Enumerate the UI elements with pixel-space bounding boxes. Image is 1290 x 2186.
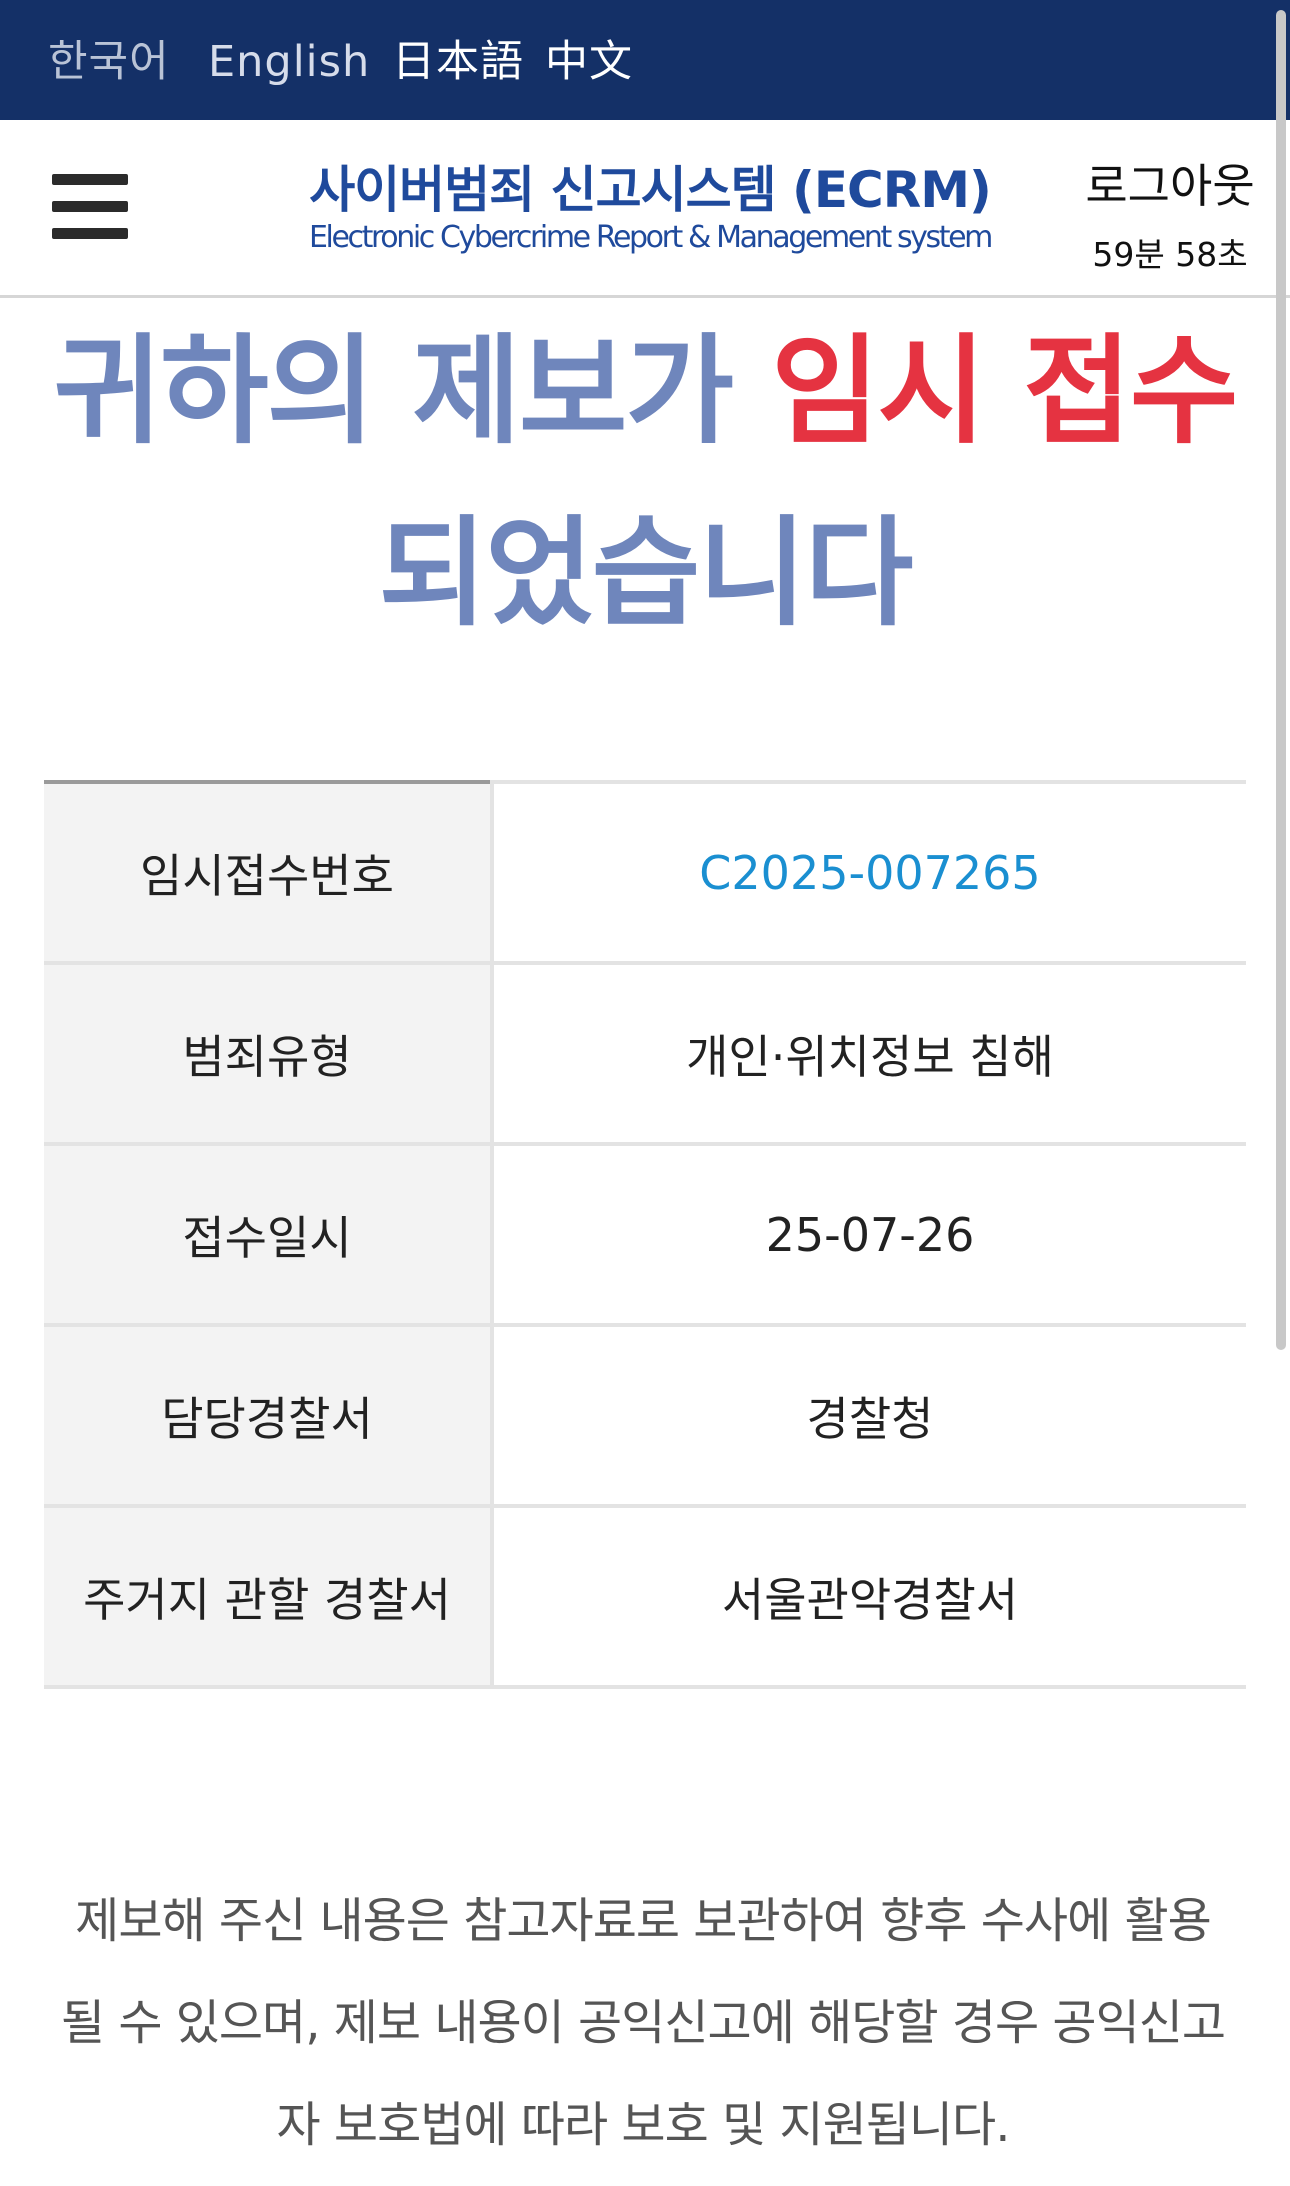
received-date-value: 25-07-26 bbox=[492, 1142, 1246, 1327]
table-row: 주거지 관할 경찰서 서울관악경찰서 bbox=[44, 1504, 1246, 1689]
language-english[interactable]: English bbox=[208, 0, 370, 120]
row-label-crime-type: 범죄유형 bbox=[44, 961, 494, 1146]
language-chinese[interactable]: 中文 bbox=[545, 0, 633, 120]
language-japanese[interactable]: 日本語 bbox=[392, 0, 524, 120]
headline-text-end: 되었습니다 bbox=[378, 504, 914, 642]
language-bar: 한국어 English 日本語 中文 bbox=[0, 0, 1290, 120]
scrollbar[interactable] bbox=[1276, 10, 1286, 1350]
row-label-report-number: 임시접수번호 bbox=[44, 780, 494, 965]
notice-text: 제보해 주신 내용은 참고자료로 보관하여 향후 수사에 활용 될 수 있으며,… bbox=[48, 1870, 1238, 2176]
logout-button[interactable]: 로그아웃 bbox=[1070, 150, 1270, 216]
page-headline: 귀하의 제보가 임시 접수 되었습니다 bbox=[40, 300, 1250, 664]
headline-accent: 임시 접수 bbox=[771, 322, 1238, 460]
table-row: 접수일시 25-07-26 bbox=[44, 1142, 1246, 1327]
site-title[interactable]: 사이버범죄 신고시스템 (ECRM) bbox=[300, 150, 1000, 222]
row-label-assigned-station: 담당경찰서 bbox=[44, 1323, 494, 1508]
row-label-received-date: 접수일시 bbox=[44, 1142, 494, 1327]
notice-line: 자 보호법에 따라 보호 및 지원됩니다. bbox=[276, 2097, 1011, 2153]
report-info-table: 임시접수번호 C2025-007265 범죄유형 개인·위치정보 침해 접수일시… bbox=[44, 780, 1246, 1689]
language-korean[interactable]: 한국어 bbox=[48, 0, 170, 120]
local-station-value: 서울관악경찰서 bbox=[492, 1504, 1246, 1689]
row-label-local-station: 주거지 관할 경찰서 bbox=[44, 1504, 494, 1689]
notice-line: 될 수 있으며, 제보 내용이 공익신고에 해당할 경우 공익신고 bbox=[60, 1995, 1226, 2051]
report-number-link[interactable]: C2025-007265 bbox=[492, 780, 1246, 965]
site-header: 사이버범죄 신고시스템 (ECRM) Electronic Cybercrime… bbox=[0, 120, 1290, 298]
table-row: 담당경찰서 경찰청 bbox=[44, 1323, 1246, 1508]
headline-text: 귀하의 제보가 bbox=[53, 322, 772, 460]
crime-type-value: 개인·위치정보 침해 bbox=[492, 961, 1246, 1146]
table-row: 임시접수번호 C2025-007265 bbox=[44, 780, 1246, 965]
site-subtitle: Electronic Cybercrime Report & Managemen… bbox=[309, 220, 993, 255]
hamburger-menu-icon[interactable] bbox=[52, 174, 128, 240]
notice-line: 제보해 주신 내용은 참고자료로 보관하여 향후 수사에 활용 bbox=[75, 1893, 1212, 1949]
session-timer: 59분 58초 bbox=[1092, 235, 1248, 274]
table-row: 범죄유형 개인·위치정보 침해 bbox=[44, 961, 1246, 1146]
assigned-station-value: 경찰청 bbox=[492, 1323, 1246, 1508]
